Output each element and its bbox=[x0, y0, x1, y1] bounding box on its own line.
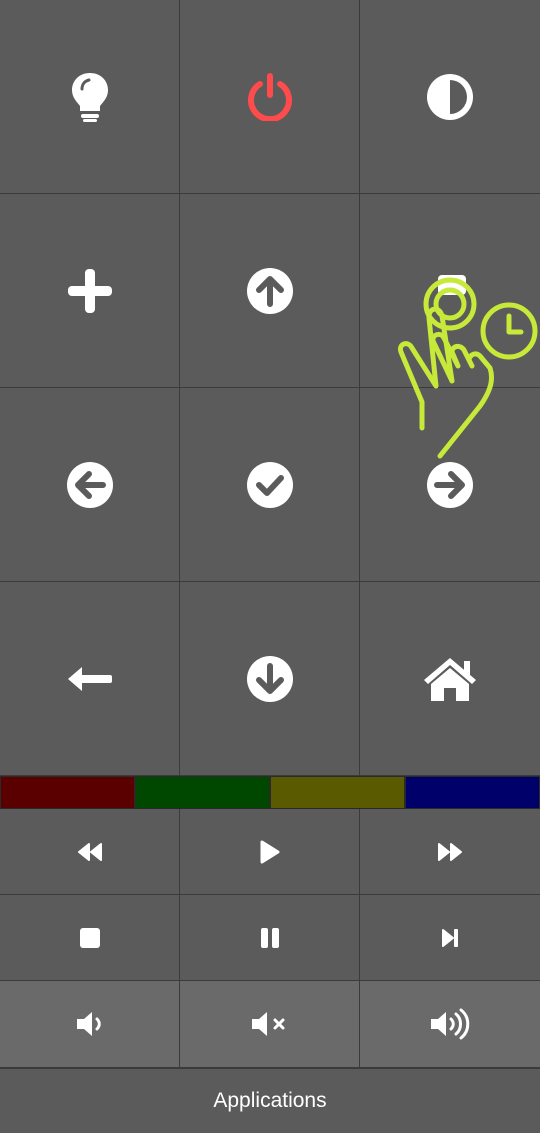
plus-button[interactable] bbox=[0, 194, 180, 388]
subtitles-button[interactable] bbox=[360, 194, 540, 388]
play-icon bbox=[259, 840, 281, 864]
volume-down-icon bbox=[75, 1010, 105, 1038]
fast-forward-icon bbox=[437, 842, 463, 861]
volume-up-button[interactable] bbox=[360, 981, 540, 1068]
home-button[interactable] bbox=[360, 582, 540, 776]
pause-icon bbox=[260, 927, 280, 948]
check-circle-icon bbox=[246, 461, 293, 508]
stop-icon bbox=[79, 927, 100, 948]
skip-next-button[interactable] bbox=[360, 895, 540, 981]
volume-up-icon bbox=[429, 1008, 471, 1040]
volume-down-button[interactable] bbox=[0, 981, 180, 1068]
home-icon bbox=[422, 656, 478, 702]
play-button[interactable] bbox=[180, 809, 360, 895]
contrast-icon bbox=[427, 73, 473, 120]
fast-forward-button[interactable] bbox=[360, 809, 540, 895]
yellow-key[interactable] bbox=[270, 776, 405, 809]
power-icon bbox=[246, 72, 294, 121]
arrow-up-circle-icon bbox=[246, 267, 293, 314]
light-button[interactable] bbox=[0, 0, 180, 194]
blue-key[interactable] bbox=[405, 776, 540, 809]
applications-label: Applications bbox=[213, 1089, 327, 1112]
rewind-icon bbox=[77, 842, 103, 861]
subtitles-icon bbox=[430, 271, 470, 311]
pause-button[interactable] bbox=[180, 895, 360, 981]
plus-icon bbox=[67, 268, 112, 313]
arrow-left-circle-icon bbox=[66, 461, 113, 508]
bulb-icon bbox=[70, 71, 110, 123]
ok-button[interactable] bbox=[180, 388, 360, 582]
skip-next-icon bbox=[441, 928, 459, 948]
main-control-grid bbox=[0, 0, 540, 776]
media-controls bbox=[0, 809, 540, 981]
rewind-button[interactable] bbox=[0, 809, 180, 895]
up-button[interactable] bbox=[180, 194, 360, 388]
applications-button[interactable]: Applications bbox=[0, 1068, 540, 1133]
stop-button[interactable] bbox=[0, 895, 180, 981]
right-button[interactable] bbox=[360, 388, 540, 582]
contrast-button[interactable] bbox=[360, 0, 540, 194]
green-key[interactable] bbox=[135, 776, 270, 809]
back-arrow-icon bbox=[67, 666, 112, 692]
arrow-down-circle-icon bbox=[246, 655, 293, 702]
down-button[interactable] bbox=[180, 582, 360, 776]
mute-button[interactable] bbox=[180, 981, 360, 1068]
mute-icon bbox=[250, 1010, 290, 1038]
arrow-right-circle-icon bbox=[427, 461, 473, 508]
back-button[interactable] bbox=[0, 582, 180, 776]
power-button[interactable] bbox=[180, 0, 360, 194]
left-button[interactable] bbox=[0, 388, 180, 582]
red-key[interactable] bbox=[0, 776, 135, 809]
volume-controls bbox=[0, 981, 540, 1068]
color-keys-row bbox=[0, 776, 540, 809]
